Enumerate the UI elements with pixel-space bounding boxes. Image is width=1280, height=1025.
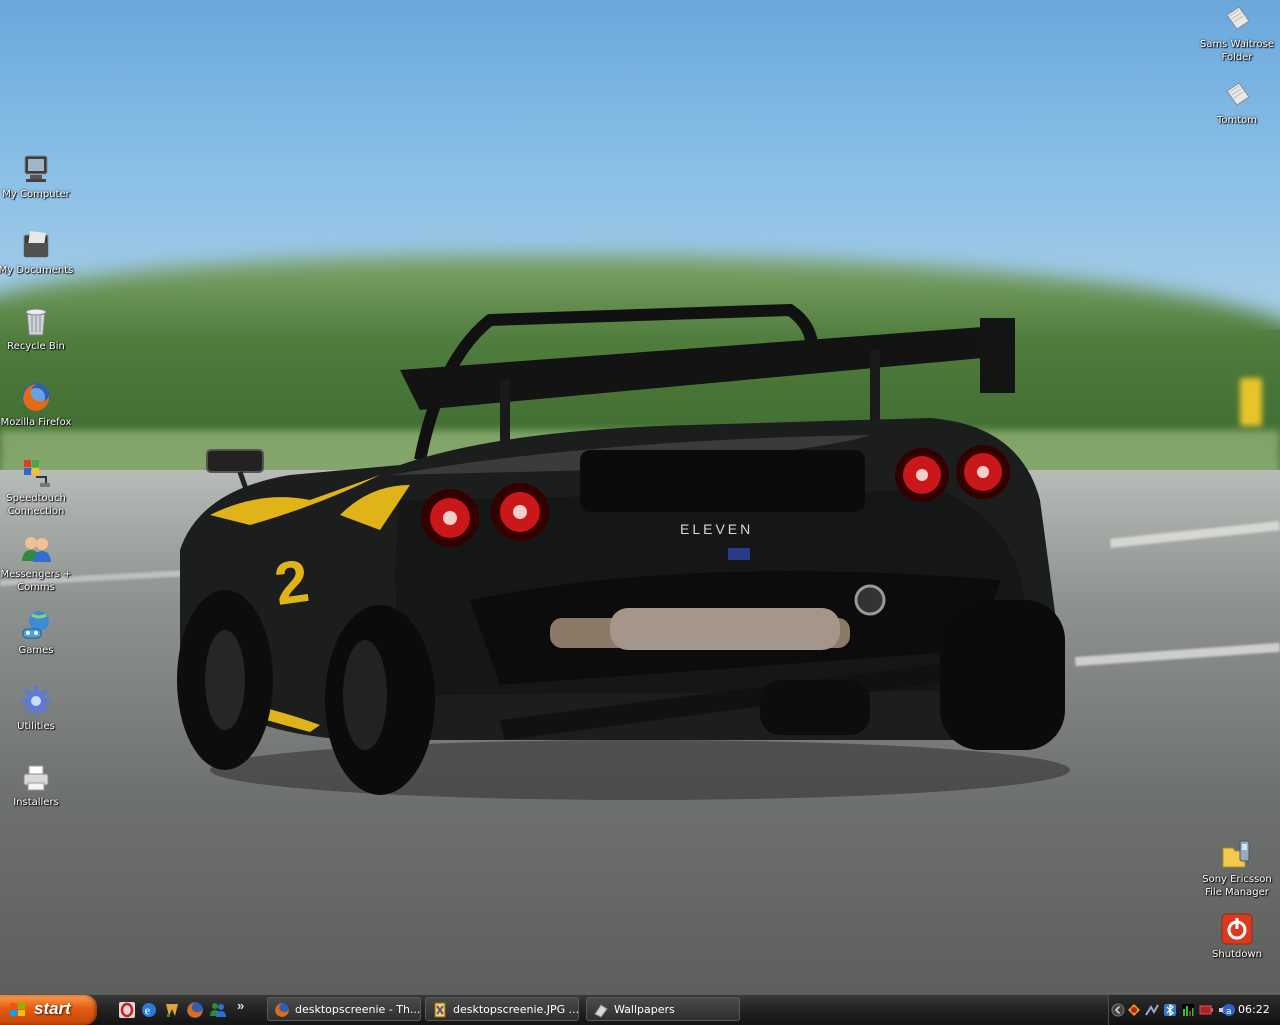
task-button-wallpapers-folder[interactable]: Wallpapers	[586, 997, 740, 1021]
desktop-icon-mozilla-firefox[interactable]: Mozilla Firefox	[0, 381, 74, 429]
desktop-icon-label: My Computer	[2, 189, 70, 200]
games-icon	[20, 609, 52, 641]
update-icon[interactable]: a	[1222, 1003, 1236, 1017]
svg-text:e: e	[145, 1003, 151, 1018]
desktop-icon-label: Sony Ericsson File Manager	[1202, 874, 1272, 898]
desktop-icon-shutdown[interactable]: Shutdown	[1199, 913, 1275, 961]
desktop-icon-sony-ericsson-file-manager[interactable]: Sony Ericsson File Manager	[1199, 838, 1275, 899]
network-icon[interactable]	[1145, 1003, 1159, 1017]
desktop-icon-label: Recycle Bin	[7, 341, 65, 352]
winamp-icon[interactable]	[163, 1001, 181, 1019]
messenger-icon[interactable]	[209, 1001, 227, 1019]
image-editor-icon	[434, 1002, 446, 1018]
desktop-wallpaper: 2 ELEVEN	[0, 0, 1280, 994]
task-label: Wallpapers	[614, 1003, 675, 1016]
svg-text:a: a	[1226, 1007, 1232, 1017]
battery-icon[interactable]	[1199, 1003, 1213, 1017]
desktop-icon-label: Messengers + Comms	[0, 569, 72, 593]
desktop-icon-messengers-comms[interactable]: Messengers + Comms	[0, 533, 74, 594]
cpu-meter-icon[interactable]	[1181, 1003, 1195, 1017]
desktop-icon-label: Sams Waitrose Folder	[1199, 39, 1275, 63]
taskbar: start e » desktopscreenie - Th... deskto…	[0, 994, 1280, 1025]
network-connection-icon	[20, 457, 52, 489]
printer-icon	[20, 761, 52, 793]
chevron-left-icon[interactable]	[1111, 1003, 1125, 1017]
desktop-icon-label: Shutdown	[1212, 949, 1262, 960]
opera-icon[interactable]	[118, 1001, 136, 1019]
race-car: 2 ELEVEN	[177, 303, 1070, 800]
desktop-icon-utilities[interactable]: Utilities	[0, 685, 74, 733]
antivirus-icon[interactable]	[1127, 1003, 1141, 1017]
desktop-icon-label: Utilities	[17, 721, 55, 732]
desktop-icon-label: Tomtom	[1216, 115, 1258, 126]
task-label: desktopscreenie - Th...	[295, 1003, 421, 1016]
track-marker	[1240, 378, 1262, 426]
desktop-icon-label: My Documents	[0, 265, 74, 276]
svg-text:ELEVEN: ELEVEN	[680, 521, 753, 537]
task-label: desktopscreenie.JPG ...	[453, 1003, 579, 1016]
quick-launch-overflow-button[interactable]: »	[237, 998, 244, 1013]
desktop-icon-installers[interactable]: Installers	[0, 761, 74, 809]
bluetooth-icon[interactable]	[1163, 1003, 1177, 1017]
recycle-bin-icon	[20, 305, 52, 337]
desktop-icon-tomtom[interactable]: Tomtom	[1199, 79, 1275, 127]
documents-folder-icon	[20, 229, 52, 261]
desktop-icon-my-documents[interactable]: My Documents	[0, 229, 74, 277]
desktop-icon-games[interactable]: Games	[0, 609, 74, 657]
clock[interactable]: 06:22	[1238, 1003, 1270, 1016]
windows-logo-icon	[10, 1003, 25, 1016]
phone-folder-icon	[1221, 838, 1253, 870]
messengers-icon	[20, 533, 52, 565]
desktop-icon-recycle-bin[interactable]: Recycle Bin	[0, 305, 74, 353]
shortcut-file-icon	[1221, 79, 1253, 111]
desktop-icon-speedtouch-connection[interactable]: Speedtouch Connection	[0, 457, 74, 518]
start-button[interactable]: start	[0, 995, 97, 1025]
shortcut-file-icon	[1221, 3, 1253, 35]
start-label: start	[34, 999, 71, 1018]
firefox-icon[interactable]	[186, 1001, 204, 1019]
desktop-icon-label: Games	[18, 645, 54, 656]
task-button-image-editor[interactable]: desktopscreenie.JPG ...	[425, 997, 579, 1021]
firefox-icon	[20, 381, 52, 413]
desktop-icon-my-computer[interactable]: My Computer	[0, 153, 74, 201]
folder-icon	[594, 1004, 608, 1018]
gear-icon	[20, 685, 52, 717]
computer-icon	[20, 153, 52, 185]
desktop-icon-label: Mozilla Firefox	[0, 417, 72, 428]
firefox-icon	[275, 1003, 289, 1017]
ie-icon[interactable]: e	[140, 1001, 158, 1019]
desktop-icon-sams-waitrose-folder[interactable]: Sams Waitrose Folder	[1199, 3, 1275, 64]
desktop-icon-label: Speedtouch Connection	[6, 493, 66, 517]
desktop-icon-label: Installers	[13, 797, 59, 808]
task-button-firefox[interactable]: desktopscreenie - Th...	[267, 997, 421, 1021]
power-icon	[1221, 913, 1253, 945]
